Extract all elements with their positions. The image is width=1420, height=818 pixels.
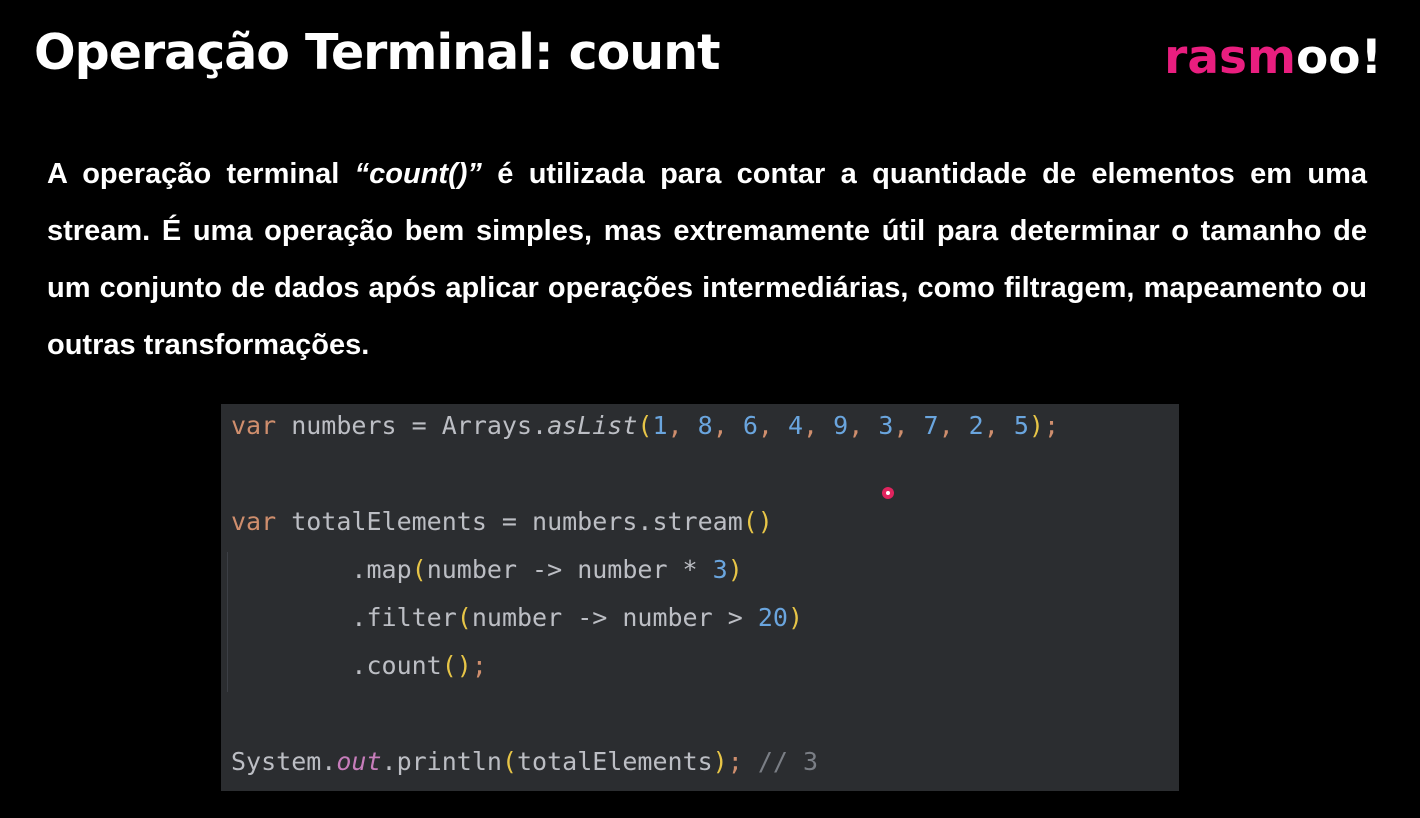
code-token: .filter (231, 603, 457, 632)
rasmoo-logo: rasmoo! (1164, 30, 1382, 85)
code-token: , (848, 411, 879, 440)
code-token: ( (411, 555, 427, 584)
code-token: 2 (968, 411, 984, 440)
code-token: out (336, 747, 382, 776)
code-token: ; (471, 651, 487, 680)
code-token: 4 (787, 411, 804, 440)
code-token: var (231, 411, 277, 440)
code-token: number -> number > (471, 603, 758, 632)
code-token: totalElements = numbers.stream (276, 507, 743, 536)
code-token: totalElements (517, 747, 713, 776)
slide-title: Operação Terminal: count (34, 24, 720, 81)
description-emphasis: “count()” (354, 158, 482, 190)
code-token: , (757, 411, 788, 440)
code-token: 9 (833, 411, 849, 440)
code-line: .count(); (231, 646, 487, 686)
code-token: 7 (923, 411, 939, 440)
code-token: System. (231, 747, 337, 776)
code-token: 5 (1013, 411, 1029, 440)
code-token: ( (456, 603, 472, 632)
code-token: var (231, 507, 277, 536)
logo-white-part: oo! (1295, 30, 1382, 85)
code-token: ) (727, 555, 743, 584)
description-paragraph: A operação terminal “count()” é utilizad… (47, 146, 1367, 374)
cursor-pointer-icon (882, 487, 894, 499)
code-line: .filter(number -> number > 20) (231, 598, 803, 638)
logo-pink-part: rasm (1164, 30, 1296, 85)
code-token: , (803, 411, 834, 440)
code-token: .println (381, 747, 502, 776)
code-token: .count (231, 651, 442, 680)
code-token: .map (231, 555, 412, 584)
code-token: , (938, 411, 969, 440)
code-token: asList (547, 411, 638, 440)
code-panel: var numbers = Arrays.asList(1, 8, 6, 4, … (221, 404, 1179, 791)
code-line: var totalElements = numbers.stream() (231, 502, 773, 542)
code-line: var numbers = Arrays.asList(1, 8, 6, 4, … (231, 406, 1059, 446)
code-token: ) (1028, 411, 1044, 440)
description-before: A operação terminal (47, 158, 355, 190)
code-token: 1 (652, 411, 668, 440)
code-token: ) (712, 747, 728, 776)
code-token: // 3 (742, 747, 819, 776)
code-token: ) (787, 603, 803, 632)
code-token: 3 (878, 411, 894, 440)
code-line: System.out.println(totalElements); // 3 (231, 742, 818, 782)
code-token: , (712, 411, 743, 440)
indent-guide (227, 552, 228, 692)
code-token: ; (727, 747, 743, 776)
code-token: 8 (697, 411, 713, 440)
code-token: () (441, 651, 472, 680)
code-token: number -> number * (426, 555, 713, 584)
code-token: 20 (757, 603, 788, 632)
code-token: numbers = Arrays. (276, 411, 548, 440)
code-token: ; (1043, 411, 1060, 440)
code-token: , (983, 411, 1014, 440)
code-line: .map(number -> number * 3) (231, 550, 743, 590)
code-token: ( (637, 411, 653, 440)
code-token: , (667, 411, 698, 440)
code-token: ( (501, 747, 517, 776)
code-token: () (742, 507, 773, 536)
code-token: , (893, 411, 924, 440)
code-token: 6 (742, 411, 758, 440)
code-token: 3 (712, 555, 728, 584)
